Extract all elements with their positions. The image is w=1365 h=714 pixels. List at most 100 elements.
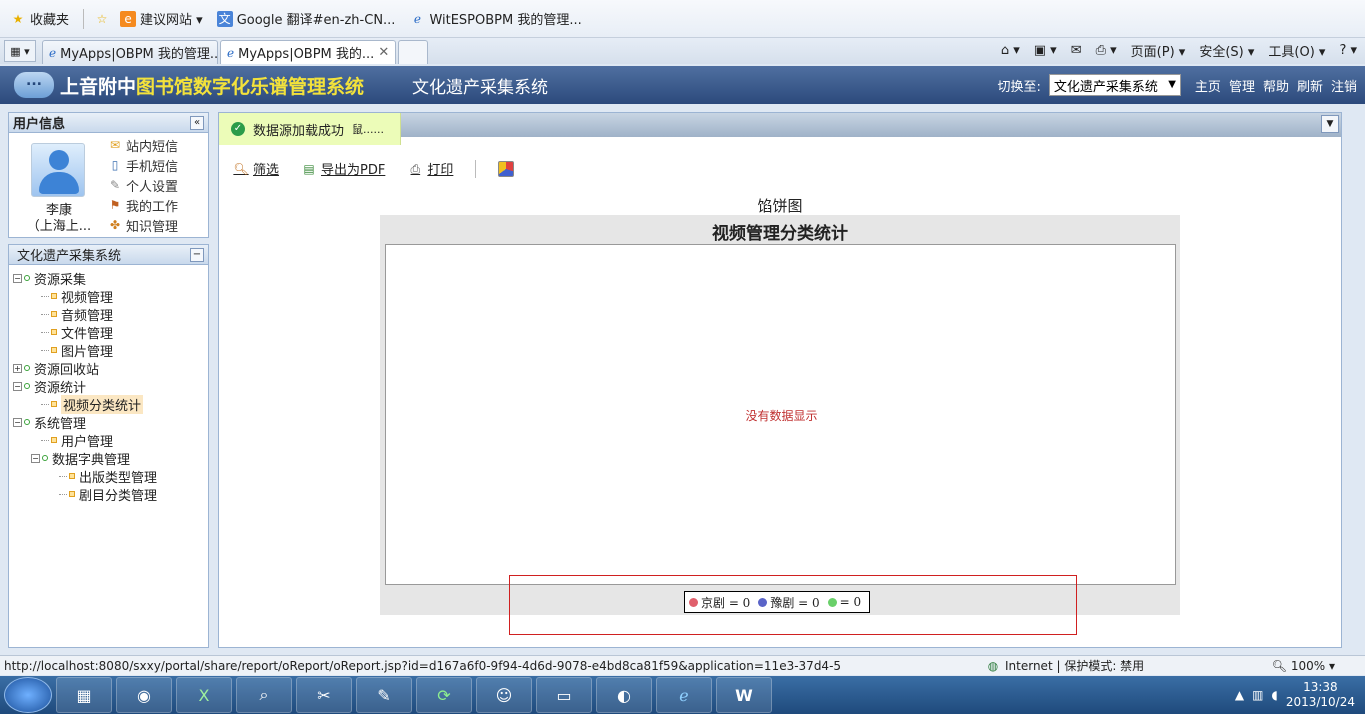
tree-item[interactable]: − 资源采集 <box>13 269 208 288</box>
favorites-button[interactable]: ★ 收藏夹 <box>6 7 73 30</box>
tree-item[interactable]: 视频分类统计 <box>13 394 208 414</box>
feeds-icon[interactable]: ▣ ▾ <box>1034 43 1057 58</box>
tray-arrow-icon[interactable]: ▲ <box>1235 688 1244 702</box>
collapse-icon[interactable]: − <box>13 381 22 391</box>
tools-menu[interactable]: 工具(O) ▾ <box>1268 41 1325 60</box>
tree-item-label: 视频分类统计 <box>61 394 144 414</box>
quick-tabs-button[interactable]: ▦ ▾ <box>4 40 36 62</box>
collapse-icon[interactable]: − <box>190 247 204 262</box>
edit-icon: ✎ <box>109 178 121 192</box>
collapse-icon[interactable]: − <box>31 453 40 463</box>
windows-taskbar: ▦ ◉ X ⌕ ✂ ✎ ⟳ ☺ ▭ ◐ ℯ W ▲ ▥ ◖ 13:38 2013… <box>0 676 1365 714</box>
highlight-box <box>509 575 1077 635</box>
document-icon[interactable]: ▭ <box>536 677 592 713</box>
help-link[interactable]: 帮助 <box>1263 76 1289 95</box>
tree-item[interactable]: 视频管理 <box>13 287 208 306</box>
personal-settings-link[interactable]: ✎ 个人设置 <box>107 175 178 195</box>
export-pdf-button[interactable]: ▤ 导出为PDF <box>301 159 385 179</box>
no-data-message: 没有数据显示 <box>745 409 818 423</box>
print-button[interactable]: ⎙ 打印 <box>407 159 454 179</box>
tree-item[interactable]: 音频管理 <box>13 305 208 324</box>
tree-item[interactable]: 文件管理 <box>13 323 208 342</box>
my-work-link[interactable]: ⚑ 我的工作 <box>107 195 178 215</box>
tab-myapps-1[interactable]: ℯ MyApps|OBPM 我的管理... <box>42 40 218 64</box>
collapse-left-icon[interactable]: « <box>190 115 204 130</box>
close-icon[interactable]: ✕ <box>378 45 389 60</box>
safety-menu[interactable]: 安全(S) ▾ <box>1199 41 1254 60</box>
collapse-icon[interactable]: − <box>13 273 22 283</box>
app-title-highlight: 图书馆数字化乐谱管理系统 <box>136 75 365 98</box>
system-switch-select[interactable]: 文化遗产采集系统 ▼ <box>1048 74 1181 96</box>
tree-item-label: 资源采集 <box>34 272 87 288</box>
volume-icon[interactable]: ◖ <box>1272 688 1278 702</box>
tree-item-label: 音频管理 <box>61 308 114 324</box>
refresh-app-icon[interactable]: ⟳ <box>416 677 472 713</box>
tree-item[interactable]: 剧目分类管理 <box>13 485 208 504</box>
add-favorite-icon[interactable]: ☆ <box>94 11 110 27</box>
home-link[interactable]: 主页 <box>1195 76 1221 95</box>
filter-search-icon: 🔍︎ <box>233 161 249 176</box>
tree-item[interactable]: + 资源回收站 <box>13 359 208 378</box>
nav-tree: − 资源采集 视频管理音频管理 文件管理图片管理 + 资源回收站 − 资源统计 视频分类统计 − 系… <box>9 265 208 504</box>
google-translate-link[interactable]: 文 Google 翻译#en-zh-CN... <box>213 7 400 30</box>
toolbar-divider <box>475 159 477 178</box>
help-menu[interactable]: ? ▾ <box>1339 43 1357 58</box>
leaf-node-icon <box>51 347 57 353</box>
admin-link[interactable]: 管理 <box>1229 76 1255 95</box>
logout-link[interactable]: 注销 <box>1331 76 1357 95</box>
user-info-panel: 用户信息 « 李康 （上海上... ✉ 站内短信 ▯ 手机短信 ✎ 个人设置 ⚑… <box>8 112 209 238</box>
knowledge-link[interactable]: ✤ 知识管理 <box>107 215 178 235</box>
chart-title: 视频管理分类统计 <box>712 224 848 244</box>
snipping-tool-icon[interactable]: ✂ <box>296 677 352 713</box>
excel-icon[interactable]: X <box>176 677 232 713</box>
search-tool-icon[interactable]: ⌕ <box>236 677 292 713</box>
tab-myapps-2[interactable]: ℯ MyApps|OBPM 我的... ✕ <box>220 40 396 64</box>
ie-icon[interactable]: ℯ <box>656 677 712 713</box>
refresh-link[interactable]: 刷新 <box>1297 76 1323 95</box>
page-menu[interactable]: 页面(P) ▾ <box>1131 41 1186 60</box>
start-button[interactable] <box>4 677 52 713</box>
expand-icon[interactable]: + <box>13 363 22 373</box>
eclipse-icon[interactable]: ◐ <box>596 677 652 713</box>
ie-page-icon: ℯ <box>49 45 57 60</box>
tree-item[interactable]: − 数据字典管理 <box>13 449 208 468</box>
main-content: ✓ 数据源加载成功 鼠...... ▼ 🔍︎ 筛选 ▤ 导出为PDF ⎙ 打印 … <box>218 112 1342 648</box>
clock[interactable]: 13:38 2013/10/24 <box>1286 680 1355 710</box>
notepad-icon[interactable]: ✎ <box>356 677 412 713</box>
mail-icon[interactable]: ✉ <box>1071 43 1082 58</box>
word-icon[interactable]: W <box>716 677 772 713</box>
report-title: 馅饼图 <box>757 197 803 215</box>
home-icon[interactable]: ⌂ ▾ <box>1001 43 1020 58</box>
browser-tab-bar: ▦ ▾ ℯ MyApps|OBPM 我的管理... ℯ MyApps|OBPM … <box>0 38 1365 64</box>
filter-button[interactable]: 🔍︎ 筛选 <box>233 159 279 179</box>
print-icon[interactable]: ⎙ ▾ <box>1096 43 1117 58</box>
tree-item[interactable]: 用户管理 <box>13 431 208 450</box>
chart-type-icon <box>498 160 515 177</box>
google-translate-icon: 文 <box>216 10 233 27</box>
chart-type-button[interactable] <box>498 160 515 177</box>
zoom-level[interactable]: 🔍︎ 100% ▾ <box>1272 659 1335 673</box>
report-toolbar: 🔍︎ 筛选 ▤ 导出为PDF ⎙ 打印 <box>233 159 515 179</box>
calculator-icon[interactable]: ▦ <box>56 677 112 713</box>
chevron-down-icon[interactable]: ▼ <box>1321 115 1339 133</box>
firefox-icon[interactable]: ◉ <box>116 677 172 713</box>
tree-item[interactable]: − 系统管理 <box>13 413 208 432</box>
knowledge-icon: ✤ <box>109 218 121 232</box>
globe-icon: ◍ <box>987 658 999 673</box>
tree-item-label: 图片管理 <box>61 344 114 360</box>
avatar <box>31 143 85 197</box>
site-message-link[interactable]: ✉ 站内短信 <box>107 135 178 155</box>
tree-item[interactable]: 图片管理 <box>13 341 208 360</box>
qq-icon[interactable]: ☺ <box>476 677 532 713</box>
collapse-icon[interactable]: − <box>13 417 22 427</box>
tree-item[interactable]: 出版类型管理 <box>13 467 208 486</box>
suggested-sites-link[interactable]: e 建议网站 ▾ <box>116 7 207 30</box>
network-icon[interactable]: ▥ <box>1252 688 1263 702</box>
system-tray: ▲ ▥ ◖ 13:38 2013/10/24 <box>1235 680 1365 710</box>
witespobpm-link[interactable]: ℯ WitESPOBPM 我的管理... <box>405 7 585 30</box>
tree-item[interactable]: − 资源统计 <box>13 377 208 396</box>
user-org: （上海上... <box>26 219 92 234</box>
new-tab-button[interactable] <box>398 40 428 64</box>
sms-link[interactable]: ▯ 手机短信 <box>107 155 178 175</box>
main-header-bar: ✓ 数据源加载成功 鼠...... ▼ <box>219 113 1341 145</box>
